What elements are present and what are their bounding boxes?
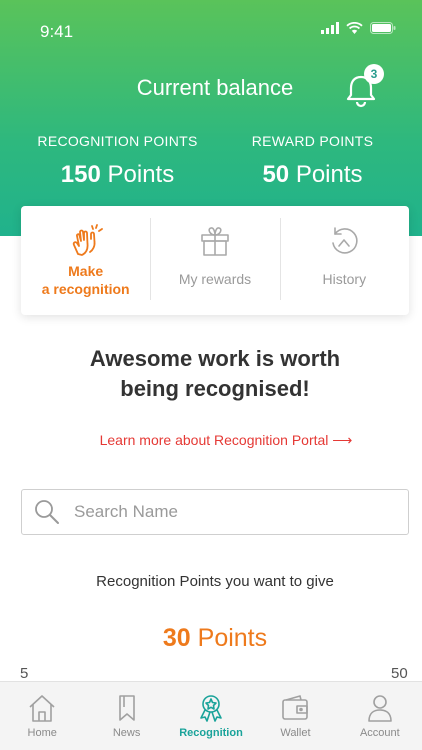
search-box[interactable] [21,489,409,535]
tab-wallet[interactable]: Wallet [253,682,337,750]
tab-account[interactable]: Account [338,682,422,750]
reward-points-value: 50 Points [245,161,380,189]
tab-home[interactable]: Home [0,682,84,750]
tab-wallet-label: Wallet [280,727,311,739]
award-icon [200,695,222,722]
tab-account-label: Account [359,727,400,739]
signal-icon [321,22,339,34]
recognition-points: RECOGNITION POINTS 150 Points [30,133,205,189]
give-points-number: 30 [162,624,191,652]
wallet-icon [282,695,309,720]
status-icons [321,22,396,34]
make-recognition-label: Make a recognition [42,262,130,298]
range-max-label: 50 [391,665,408,682]
tab-recognition[interactable]: Recognition [169,682,253,750]
status-time: 9:41 [40,22,74,41]
battery-icon [370,22,396,34]
wifi-icon [346,22,363,34]
balance-header: 9:41 Current balance 3 RECOGNITION POINT… [0,0,422,236]
tab-recognition-label: Recognition [179,727,243,739]
history-button[interactable]: History [279,206,409,315]
recognition-points-value: 150 Points [30,161,205,189]
search-input[interactable] [74,502,374,522]
reward-points: REWARD POINTS 50 Points [245,133,380,189]
notification-badge: 3 [364,64,384,84]
reward-points-number: 50 [262,161,290,188]
learn-more-link[interactable]: Learn more about Recognition Portal ⟶ [0,432,422,449]
give-points-value: 30 Points [0,624,422,653]
gift-icon [201,227,229,256]
headline: Awesome work is worth being recognised! [40,344,390,404]
my-rewards-label: My rewards [178,271,252,287]
give-points-label: Recognition Points you want to give [96,573,334,590]
recognition-points-number: 150 [60,161,101,188]
reward-points-unit: Points [295,161,363,188]
clapping-hands-icon [72,224,103,256]
recognition-points-unit: Points [107,161,175,188]
tab-news-label: News [112,727,141,739]
action-card: Make a recognition My rewards History [21,206,409,315]
tab-news[interactable]: News [84,682,168,750]
headline-line2: being recognised! [120,376,310,401]
headline-line1: Awesome work is worth [89,346,341,371]
bottom-tab-bar: Home News Recognition Wallet Account [0,681,422,750]
tab-home-label: Home [27,727,57,739]
status-bar: 9:41 [0,0,422,60]
search-icon [35,500,59,524]
my-rewards-button[interactable]: My rewards [150,206,279,315]
give-points-unit: Points [197,624,268,652]
recognition-points-label: RECOGNITION POINTS [37,133,198,149]
range-min-label: 5 [20,665,29,682]
make-recognition-line1: Make [68,263,104,279]
user-icon [368,695,392,722]
make-recognition-line2: a recognition [41,281,130,297]
history-label: History [322,271,367,287]
make-recognition-button[interactable]: Make a recognition [21,206,150,315]
reward-points-label: REWARD POINTS [251,133,374,149]
home-icon [29,695,55,722]
bookmark-icon [118,695,135,721]
history-icon [332,227,358,254]
